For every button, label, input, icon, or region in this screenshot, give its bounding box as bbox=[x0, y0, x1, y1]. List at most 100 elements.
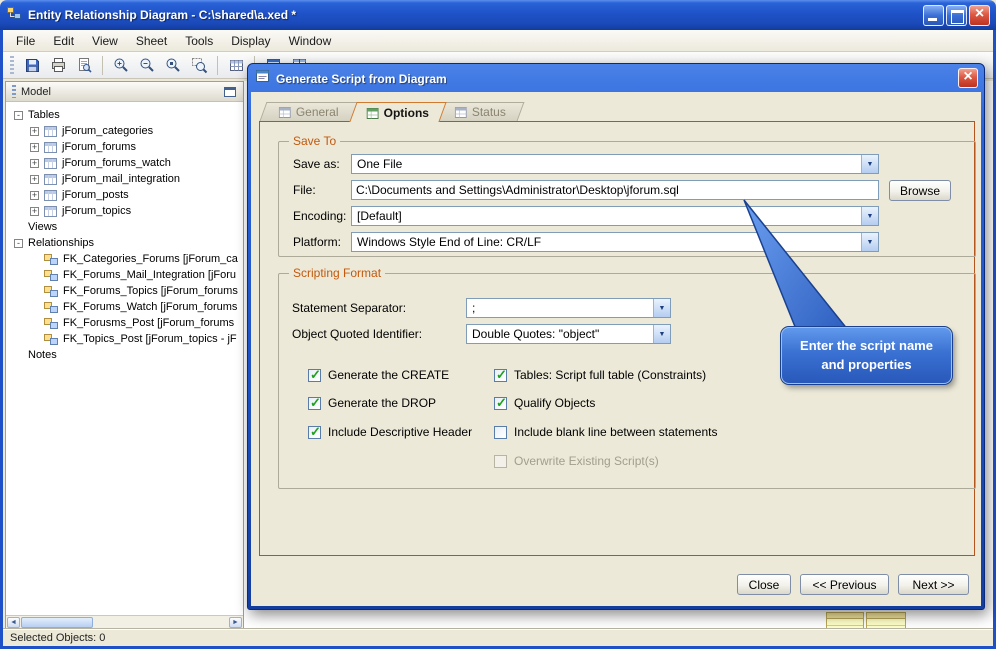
zoom-out-button[interactable] bbox=[135, 54, 159, 77]
chevron-down-icon[interactable] bbox=[861, 155, 878, 173]
checkbox-box[interactable] bbox=[308, 424, 321, 440]
print-preview-icon bbox=[78, 57, 92, 73]
previous-button[interactable]: << Previous bbox=[800, 574, 889, 595]
table-grid-icon bbox=[229, 59, 243, 71]
menu-sheet[interactable]: Sheet bbox=[127, 31, 176, 51]
save-as-select[interactable]: One File bbox=[351, 154, 879, 174]
close-dialog-button[interactable]: Close bbox=[737, 574, 791, 595]
tree-item-notes[interactable]: Notes bbox=[6, 347, 243, 363]
print-preview-button[interactable] bbox=[72, 54, 96, 77]
encoding-select[interactable]: [Default] bbox=[351, 206, 879, 226]
expand-icon[interactable]: + bbox=[30, 174, 39, 184]
tree-item-tables[interactable]: - Tables bbox=[6, 107, 243, 123]
tab-status[interactable]: Status bbox=[437, 102, 525, 121]
chevron-down-icon[interactable] bbox=[653, 299, 670, 317]
expand-icon[interactable]: + bbox=[30, 126, 39, 136]
horizontal-scrollbar[interactable] bbox=[6, 615, 243, 628]
tree-item-fk-forusms-post[interactable]: FK_Forusms_Post [jForum_forums bbox=[6, 315, 243, 331]
panel-grip-icon[interactable] bbox=[12, 85, 16, 98]
scrollbar-thumb[interactable] bbox=[21, 616, 93, 628]
browse-button[interactable]: Browse bbox=[889, 180, 951, 201]
checkbox-box[interactable] bbox=[308, 395, 321, 411]
zoom-selection-button[interactable] bbox=[187, 54, 211, 77]
scroll-right-button[interactable] bbox=[229, 616, 242, 628]
scroll-left-button[interactable] bbox=[7, 616, 20, 628]
tree-item-jforum-mail-integration[interactable]: + jForum_mail_integration bbox=[6, 171, 243, 187]
menu-tools[interactable]: Tools bbox=[176, 31, 222, 51]
tree-item-jforum-forums[interactable]: + jForum_forums bbox=[6, 139, 243, 155]
checkbox-generate-create[interactable]: Generate the CREATE bbox=[308, 367, 449, 383]
collapse-icon[interactable]: - bbox=[14, 110, 23, 120]
table-icon bbox=[44, 189, 57, 201]
collapse-icon[interactable]: - bbox=[14, 238, 23, 248]
tree-item-fk-categories-forums[interactable]: FK_Categories_Forums [jForum_ca bbox=[6, 251, 243, 267]
menu-file[interactable]: File bbox=[7, 31, 44, 51]
checkbox-box[interactable] bbox=[494, 395, 507, 411]
tree-item-jforum-topics[interactable]: + jForum_topics bbox=[6, 203, 243, 219]
float-panel-icon[interactable] bbox=[224, 86, 236, 97]
print-button[interactable] bbox=[46, 54, 70, 77]
tree-item-fk-forums-mail-integration[interactable]: FK_Forums_Mail_Integration [jForu bbox=[6, 267, 243, 283]
checkbox-box[interactable] bbox=[494, 425, 507, 439]
tab-options[interactable]: Options bbox=[349, 102, 447, 122]
checkbox-box[interactable] bbox=[494, 367, 507, 383]
menu-display[interactable]: Display bbox=[222, 31, 279, 51]
chevron-down-icon[interactable] bbox=[861, 207, 878, 225]
platform-select[interactable]: Windows Style End of Line: CR/LF bbox=[351, 232, 879, 252]
dialog-close-button[interactable] bbox=[958, 68, 978, 88]
file-path-input[interactable] bbox=[351, 180, 879, 200]
tree-item-fk-forums-watch[interactable]: FK_Forums_Watch [jForum_forums bbox=[6, 299, 243, 315]
maximize-button[interactable] bbox=[946, 4, 967, 26]
menu-view[interactable]: View bbox=[83, 31, 127, 51]
panel-title: Model bbox=[21, 85, 51, 98]
tree-item-jforum-forums-watch[interactable]: + jForum_forums_watch bbox=[6, 155, 243, 171]
group-legend: Save To bbox=[289, 134, 341, 148]
checkbox-label: Overwrite Existing Script(s) bbox=[514, 454, 659, 468]
next-button[interactable]: Next >> bbox=[898, 574, 969, 595]
minimize-button[interactable] bbox=[923, 4, 944, 26]
toolbar-grip[interactable] bbox=[10, 56, 14, 74]
checkbox-qualify-objects[interactable]: Qualify Objects bbox=[494, 395, 595, 411]
chevron-down-icon[interactable] bbox=[653, 325, 670, 343]
checkbox-tables-script-full-table[interactable]: Tables: Script full table (Constraints) bbox=[494, 367, 706, 383]
statement-separator-value: ; bbox=[472, 301, 476, 315]
checkbox-include-blank-line[interactable]: Include blank line between statements bbox=[494, 424, 717, 440]
entity-row-divider bbox=[867, 625, 905, 626]
group-legend: Scripting Format bbox=[289, 266, 386, 280]
tab-label: Status bbox=[472, 105, 507, 119]
expand-icon[interactable]: + bbox=[30, 206, 39, 216]
platform-value: Windows Style End of Line: CR/LF bbox=[357, 235, 542, 249]
tree-item-fk-topics-post[interactable]: FK_Topics_Post [jForum_topics - jF bbox=[6, 331, 243, 347]
platform-label: Platform: bbox=[293, 235, 342, 249]
checkbox-include-descriptive-header[interactable]: Include Descriptive Header bbox=[308, 424, 472, 440]
close-button[interactable] bbox=[969, 4, 990, 26]
menu-window[interactable]: Window bbox=[280, 31, 341, 51]
toolbar-separator bbox=[102, 55, 103, 75]
expand-icon[interactable]: + bbox=[30, 142, 39, 152]
tree-item-label: jForum_forums_watch bbox=[62, 157, 171, 169]
zoom-actual-size-button[interactable] bbox=[161, 54, 185, 77]
object-quoted-identifier-select[interactable]: Double Quotes: "object" bbox=[466, 324, 671, 344]
checkbox-generate-drop[interactable]: Generate the DROP bbox=[308, 395, 436, 411]
checkbox-box[interactable] bbox=[308, 367, 321, 383]
save-button[interactable] bbox=[20, 54, 44, 77]
statement-separator-select[interactable]: ; bbox=[466, 298, 671, 318]
checkbox-box bbox=[494, 454, 507, 468]
tree-item-jforum-posts[interactable]: + jForum_posts bbox=[6, 187, 243, 203]
window-title: Entity Relationship Diagram - C:\shared\… bbox=[28, 8, 297, 22]
tree-item-jforum-categories[interactable]: + jForum_categories bbox=[6, 123, 243, 139]
tree-item-fk-forums-topics[interactable]: FK_Forums_Topics [jForum_forums bbox=[6, 283, 243, 299]
entity-row-divider bbox=[827, 625, 863, 626]
menu-edit[interactable]: Edit bbox=[44, 31, 83, 51]
tree-item-views[interactable]: Views bbox=[6, 219, 243, 235]
save-icon bbox=[25, 58, 39, 72]
expand-icon[interactable]: + bbox=[30, 158, 39, 168]
expand-icon[interactable]: + bbox=[30, 190, 39, 200]
tree-item-relationships[interactable]: - Relationships bbox=[6, 235, 243, 251]
tab-general[interactable]: General bbox=[259, 102, 359, 121]
zoom-in-button[interactable] bbox=[109, 54, 133, 77]
window-titlebar: Entity Relationship Diagram - C:\shared\… bbox=[0, 0, 996, 30]
status-bar: Selected Objects: 0 bbox=[3, 629, 993, 646]
chevron-down-icon[interactable] bbox=[861, 233, 878, 251]
table-grid-button[interactable] bbox=[224, 54, 248, 77]
